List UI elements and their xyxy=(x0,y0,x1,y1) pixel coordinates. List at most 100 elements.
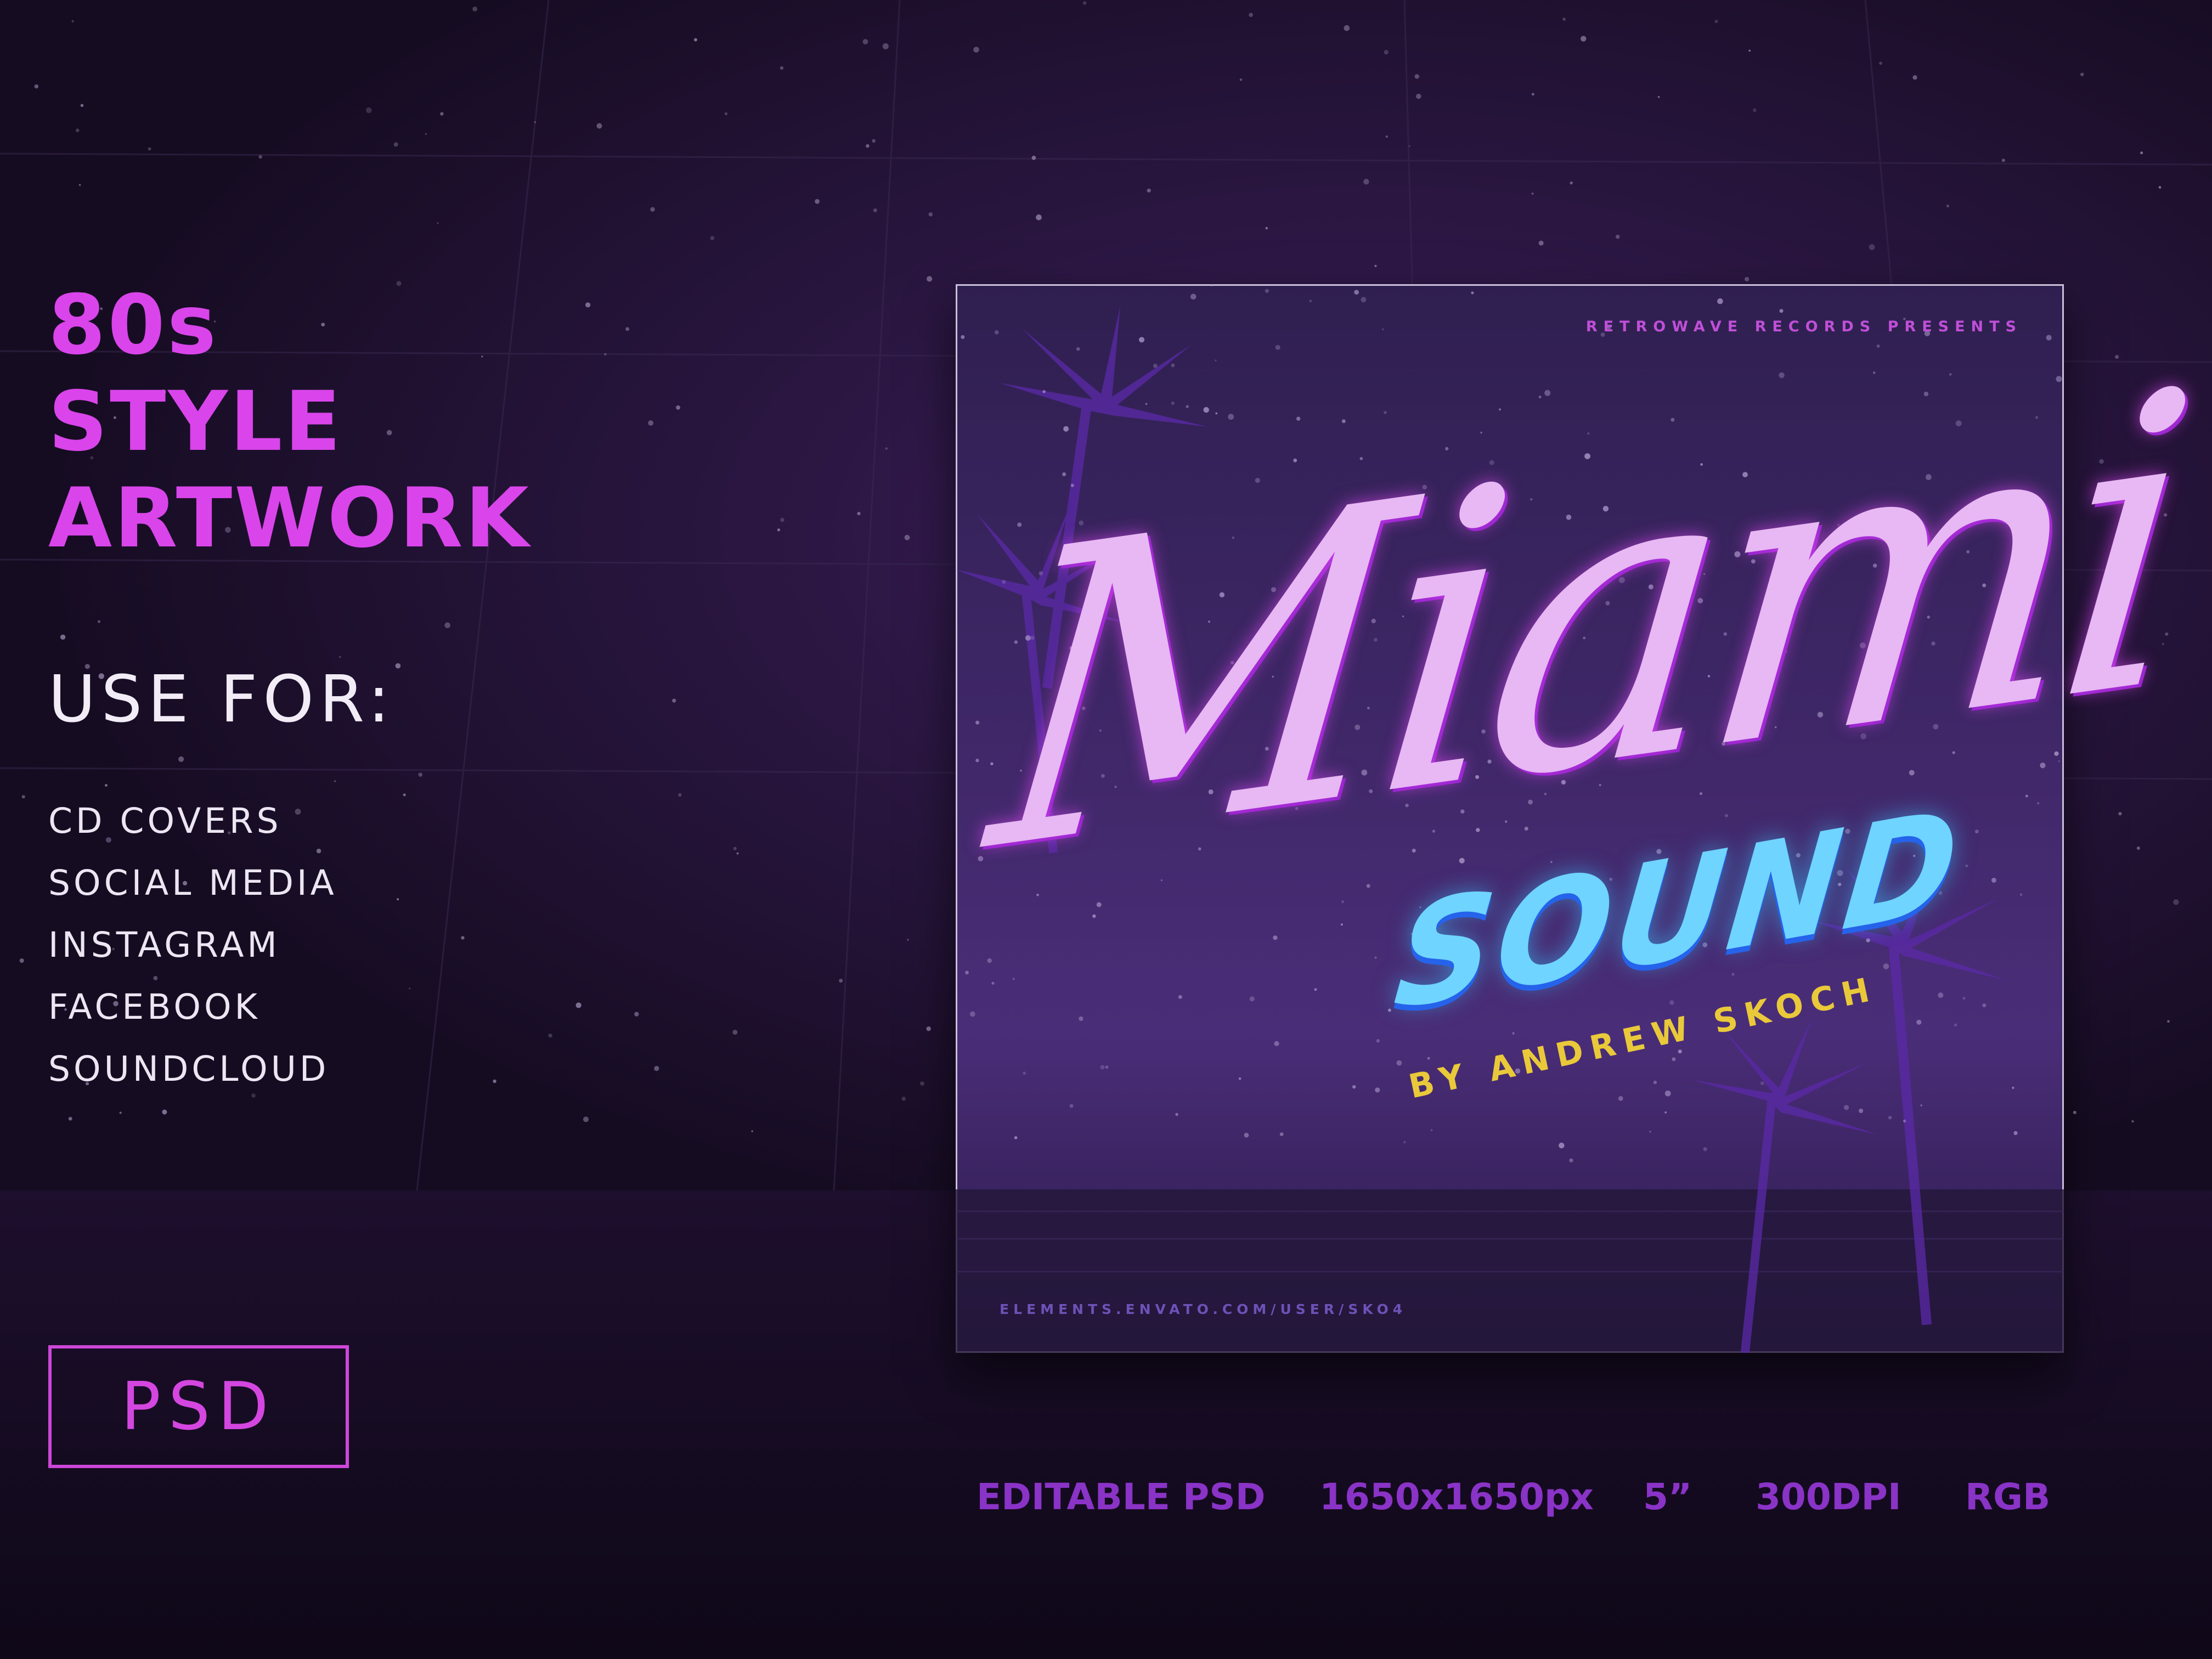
star-dot xyxy=(1954,1023,1957,1026)
star-dot xyxy=(403,793,406,797)
star-dot xyxy=(1079,1016,1084,1021)
star-dot xyxy=(19,958,24,963)
star-dot xyxy=(1396,1060,1402,1066)
star-dot xyxy=(1100,1065,1105,1070)
headline-line-1: 80s xyxy=(48,278,219,373)
star-dot xyxy=(1903,1119,1906,1123)
star-dot xyxy=(1920,1104,1922,1107)
star-dot xyxy=(1618,1096,1623,1101)
star-dot xyxy=(534,121,537,123)
star-dot xyxy=(1869,244,1875,250)
star-dot xyxy=(873,208,877,212)
star-dot xyxy=(2173,899,2179,905)
star-dot xyxy=(928,212,933,217)
star-dot xyxy=(493,1079,496,1084)
star-dot xyxy=(1031,155,1036,160)
use-for-heading: USE FOR: xyxy=(48,661,396,737)
star-dot xyxy=(1416,93,1421,99)
star-dot xyxy=(1042,390,1046,393)
star-dot xyxy=(926,1026,931,1031)
star-dot xyxy=(34,84,39,89)
use-item-soundcloud: SOUNDCLOUD xyxy=(48,1049,330,1089)
star-dot xyxy=(1703,1147,1707,1152)
star-dot xyxy=(927,276,933,282)
star-dot xyxy=(1384,50,1389,55)
spec-editable-psd: EDITABLE PSD xyxy=(977,1476,1266,1518)
star-dot xyxy=(1678,1049,1682,1054)
star-dot xyxy=(736,852,739,855)
star-dot xyxy=(882,43,889,49)
star-dot xyxy=(2012,1086,2015,1090)
use-item-facebook: FACEBOOK xyxy=(48,987,261,1027)
star-dot xyxy=(2118,812,2122,816)
star-dot xyxy=(2073,1110,2076,1114)
star-dot xyxy=(1063,426,1069,432)
star-dot xyxy=(1883,963,1889,969)
star-dot xyxy=(862,39,868,44)
spec-color-mode: RGB xyxy=(1965,1476,2051,1518)
star-dot xyxy=(1138,337,1145,343)
star-dot xyxy=(397,898,399,901)
star-dot xyxy=(961,335,965,339)
star-dot xyxy=(1879,61,1883,65)
star-dot xyxy=(672,698,676,703)
star-dot xyxy=(1657,96,1660,98)
star-dot xyxy=(1363,179,1369,185)
star-dot xyxy=(2013,1131,2018,1135)
star-dot xyxy=(965,970,969,975)
star-dot xyxy=(1664,1111,1667,1114)
star-dot xyxy=(815,199,820,204)
star-dot xyxy=(1471,291,1474,295)
star-dot xyxy=(1664,1090,1671,1097)
album-cover: RETROWAVE RECORDS PRESENTS Miami SOUND B… xyxy=(956,284,2198,1353)
star-dot xyxy=(866,144,870,148)
star-dot xyxy=(1340,923,1343,926)
star-dot xyxy=(1745,276,1750,281)
star-dot xyxy=(1991,877,1996,883)
star-dot xyxy=(1570,181,1573,185)
star-dot xyxy=(178,756,184,762)
star-dot xyxy=(777,528,780,532)
star-dot xyxy=(1717,298,1723,304)
star-dot xyxy=(710,236,715,240)
star-dot xyxy=(901,1097,906,1101)
use-for-list: CD COVERS SOCIAL MEDIA INSTAGRAM FACEBOO… xyxy=(48,790,337,1100)
star-dot xyxy=(334,780,336,782)
star-dot xyxy=(676,405,680,410)
star-dot xyxy=(1244,1132,1249,1138)
star-dot xyxy=(1384,411,1387,414)
star-dot xyxy=(1760,1081,1764,1085)
star-dot xyxy=(1714,20,1718,24)
star-dot xyxy=(1544,390,1551,396)
star-dot xyxy=(1531,193,1534,195)
star-dot xyxy=(1354,290,1359,295)
star-dot xyxy=(97,620,101,623)
star-dot xyxy=(1274,1041,1279,1046)
star-dot xyxy=(1203,407,1209,413)
star-dot xyxy=(1175,1113,1178,1116)
star-dot xyxy=(780,66,784,70)
star-dot xyxy=(1859,1108,1864,1113)
star-dot xyxy=(366,107,372,114)
star-dot xyxy=(1238,1077,1242,1080)
star-dot xyxy=(1562,18,1566,21)
star-dot xyxy=(1385,135,1388,138)
star-dot xyxy=(1249,13,1253,18)
star-dot xyxy=(21,795,25,799)
star-dot xyxy=(425,133,427,136)
star-dot xyxy=(1273,935,1278,940)
star-dot xyxy=(444,622,450,628)
star-dot xyxy=(548,1033,552,1038)
star-dot xyxy=(987,958,992,963)
star-dot xyxy=(978,856,984,862)
star-dot xyxy=(604,353,607,356)
star-dot xyxy=(119,1111,122,1114)
star-dot xyxy=(625,327,630,331)
star-dot xyxy=(461,936,465,940)
use-item-cd-covers: CD COVERS xyxy=(48,801,282,841)
star-dot xyxy=(1916,1019,1922,1025)
star-dot xyxy=(1215,412,1217,415)
star-dot xyxy=(1374,956,1377,959)
star-dot xyxy=(733,847,737,850)
star-dot xyxy=(409,988,411,990)
